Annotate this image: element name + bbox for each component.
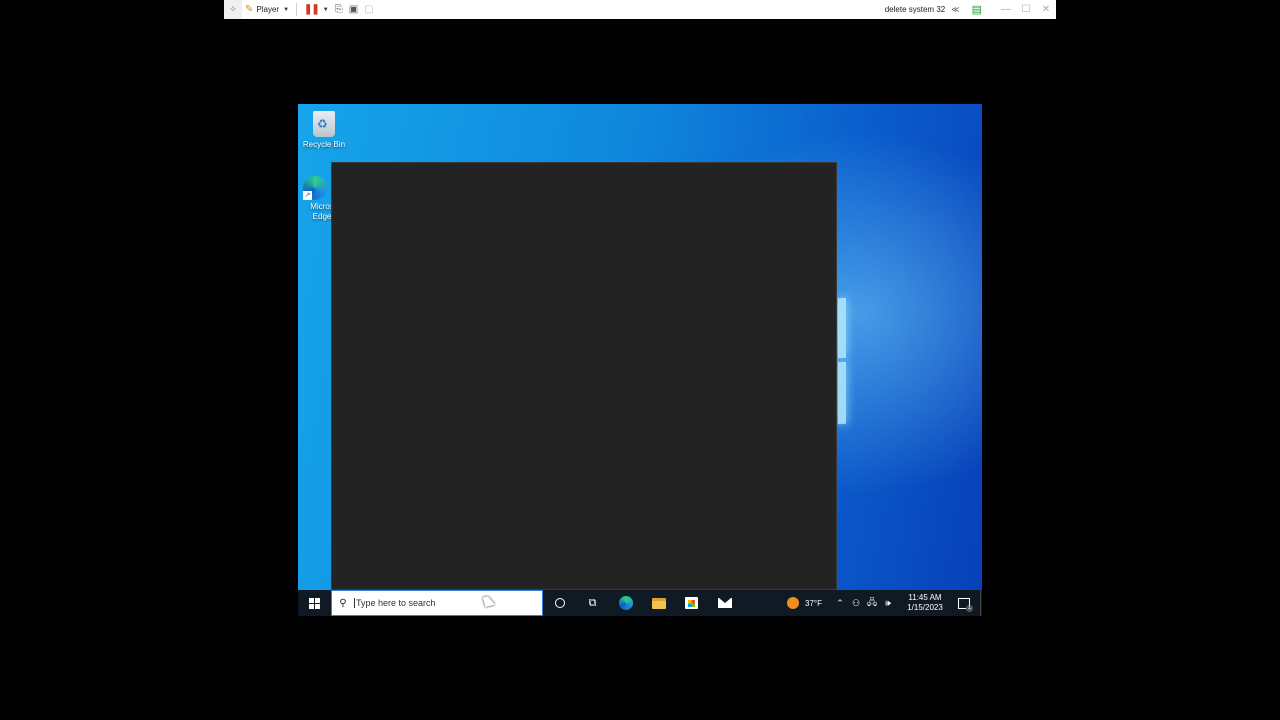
shortcut-arrow-icon: ↗ <box>303 191 312 200</box>
player-menu-button[interactable]: ✎ Player ▼ <box>242 0 292 19</box>
pause-icon: ❚❚ <box>304 4 320 15</box>
vmware-tools-icon[interactable]: ⚇ <box>848 598 864 609</box>
folder-icon <box>651 597 666 609</box>
recycle-bin-icon <box>313 111 335 137</box>
guest-desktop[interactable]: Recycle Bin ↗ Micros Edge ⚲ Type here to… <box>298 104 982 616</box>
start-button[interactable] <box>298 590 331 616</box>
toolbar-divider <box>296 3 298 16</box>
pause-button[interactable]: ❚❚ ▼ <box>301 0 332 19</box>
weather-temperature[interactable]: 37°F <box>805 599 822 608</box>
pin-icon[interactable]: ✧ <box>224 0 242 19</box>
taskbar-file-explorer-button[interactable] <box>642 590 675 616</box>
show-desktop-button[interactable] <box>980 590 982 616</box>
notes-icon[interactable]: ▤ <box>972 3 982 16</box>
vm-player-toolbar: ✧ ✎ Player ▼ ❚❚ ▼ ⎘ ▣ ▢ delete system 32… <box>224 0 1056 19</box>
chevron-down-icon: ▼ <box>322 6 329 13</box>
minimize-button[interactable]: — <box>996 4 1016 15</box>
chevron-up-icon[interactable]: ⌃ <box>832 598 848 609</box>
taskbar-search-box[interactable]: ⚲ Type here to search <box>331 590 543 616</box>
desktop-icon-label: Recycle Bin <box>302 140 346 149</box>
player-icon: ✎ <box>245 4 254 15</box>
send-ctrl-alt-del-button[interactable]: ⎘ <box>332 0 346 19</box>
taskbar-mail-button[interactable] <box>708 590 741 616</box>
maximize-button[interactable]: ☐ <box>1016 4 1036 15</box>
network-icon[interactable]: 🖧 <box>864 595 880 611</box>
player-menu-label: Player <box>256 5 280 14</box>
notification-count-badge: 1 <box>966 604 973 612</box>
clock-time: 11:45 AM <box>908 593 942 602</box>
volume-icon[interactable]: 🕪 <box>880 598 896 609</box>
taskbar-edge-button[interactable] <box>609 590 642 616</box>
task-view-icon: ⧉ <box>588 596 597 609</box>
blank-dark-window[interactable] <box>331 162 837 590</box>
taskbar-store-button[interactable] <box>675 590 708 616</box>
fit-guest-button[interactable]: ▣ <box>346 0 361 19</box>
clock-date: 1/15/2023 <box>907 603 943 612</box>
system-tray: 37°F ⌃ ⚇ 🖧 🕪 11:45 AM 1/15/2023 1 <box>787 590 982 616</box>
collapse-toolbar-button[interactable]: ≪ <box>951 5 959 14</box>
mail-icon <box>717 598 732 608</box>
task-view-button[interactable]: ⧉ <box>576 590 609 616</box>
search-placeholder: Type here to search <box>354 598 436 608</box>
windows-logo-icon <box>309 597 320 609</box>
weather-sun-icon[interactable] <box>787 597 800 609</box>
cortana-button[interactable] <box>543 590 576 616</box>
action-center-button[interactable]: 1 <box>958 597 973 612</box>
wallpaper-logo-pane <box>838 297 846 359</box>
desktop-icon-recycle-bin[interactable]: Recycle Bin <box>298 111 350 149</box>
store-icon <box>685 597 698 609</box>
edge-icon <box>618 596 633 610</box>
taskbar: ⚲ Type here to search ⧉ 37°F ⌃ ⚇ 🖧 🕪 11:… <box>298 590 982 616</box>
close-button[interactable]: ✕ <box>1036 4 1056 15</box>
vm-name-label: delete system 32 <box>884 5 946 14</box>
cortana-icon <box>554 598 565 608</box>
edge-icon: ↗ <box>303 176 327 200</box>
search-icon: ⚲ <box>339 597 347 609</box>
unity-button[interactable]: ▢ <box>361 0 376 19</box>
taskbar-clock[interactable]: 11:45 AM 1/15/2023 <box>902 593 948 613</box>
chevron-down-icon: ▼ <box>283 6 290 13</box>
wallpaper-logo-pane <box>838 361 846 425</box>
